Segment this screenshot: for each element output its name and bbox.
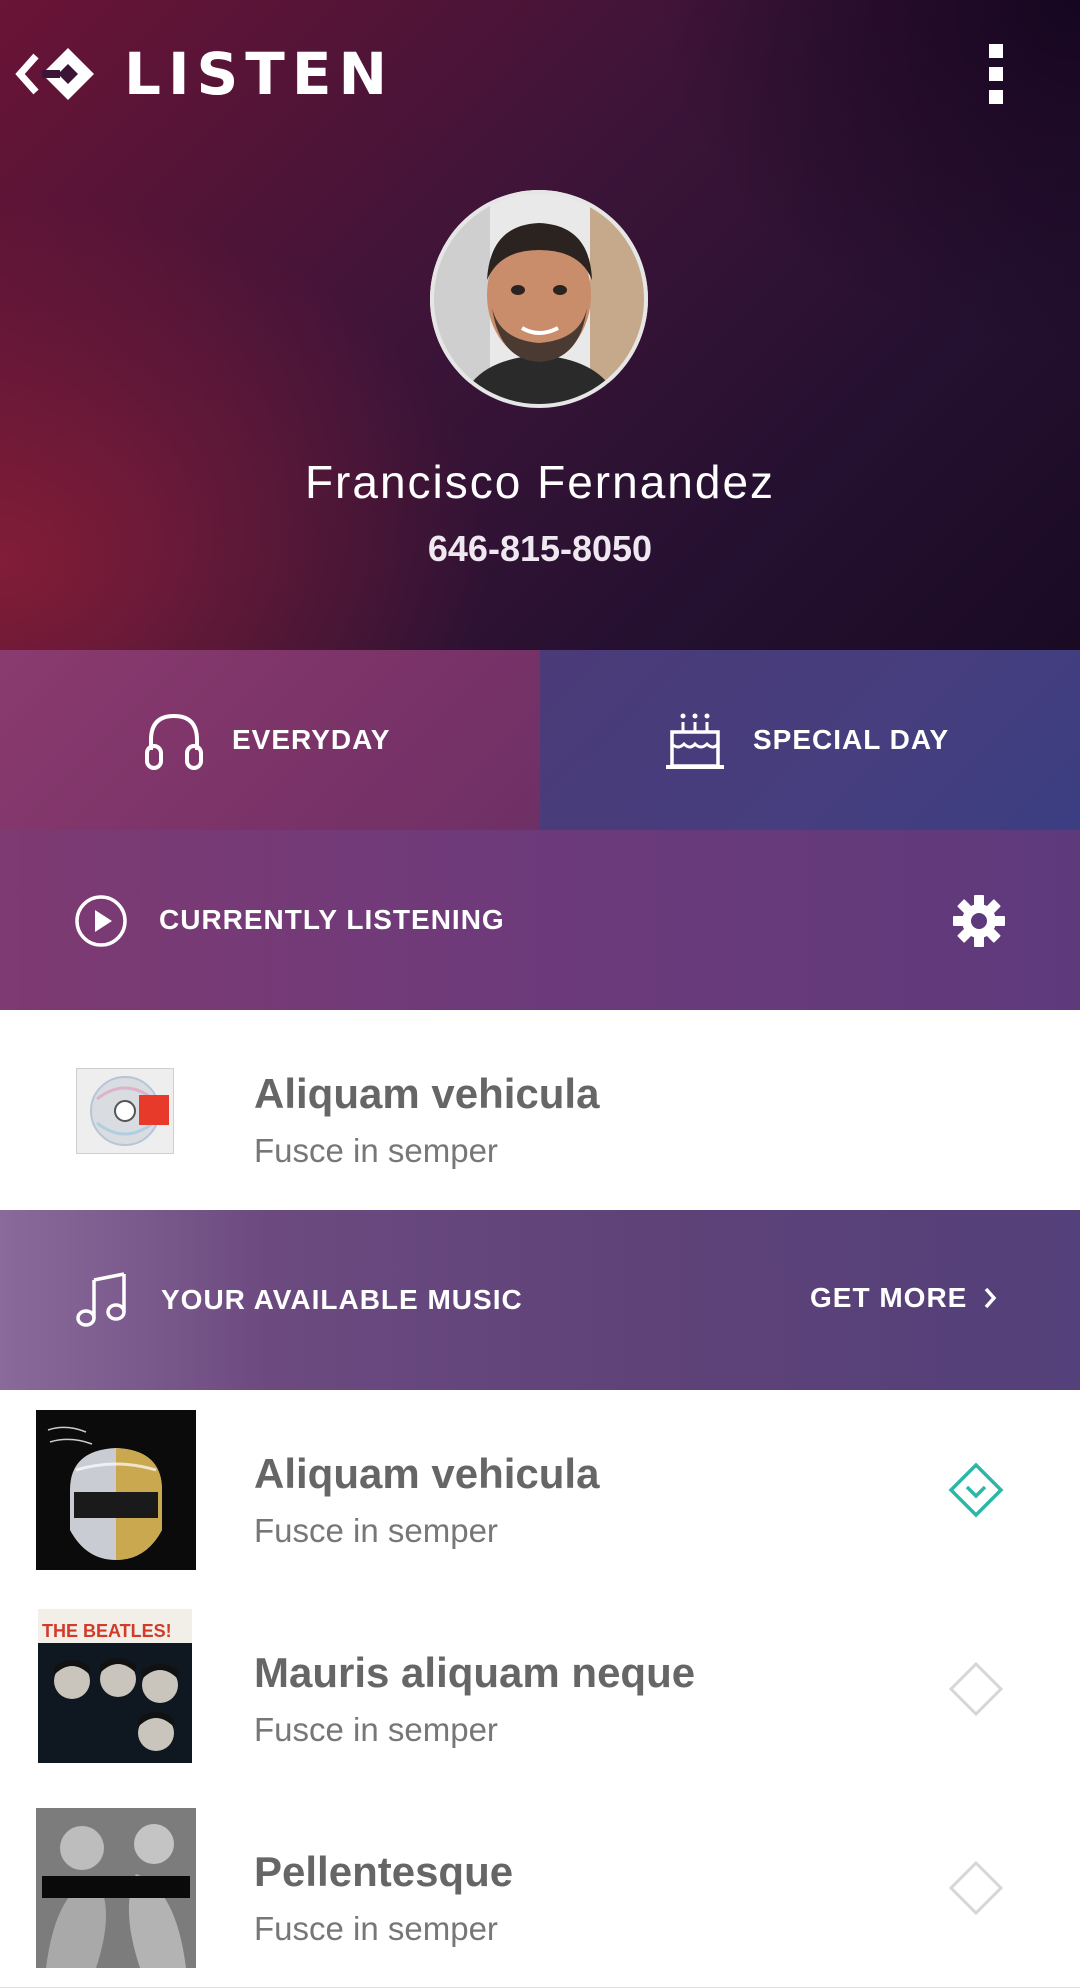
get-more-label: GET MORE — [810, 1282, 968, 1313]
album-art — [76, 1068, 174, 1154]
track-subtitle: Fusce in semper — [254, 1132, 498, 1169]
selected-diamond-check-icon[interactable] — [948, 1462, 1004, 1518]
svg-text:THE BEATLES!: THE BEATLES! — [42, 1621, 172, 1641]
listen-logo-icon — [15, 48, 94, 100]
get-more-link[interactable]: GET MORE — [810, 1282, 997, 1314]
album-art — [36, 1410, 196, 1570]
list-item[interactable]: Aliquam vehicula Fusce in semper — [0, 1390, 1080, 1590]
album-art — [36, 1808, 196, 1968]
tab-everyday[interactable]: EVERYDAY — [0, 650, 540, 830]
music-note-icon — [76, 1272, 126, 1327]
available-music-header: YOUR AVAILABLE MUSIC GET MORE — [0, 1210, 1080, 1390]
available-music-label: YOUR AVAILABLE MUSIC — [161, 1284, 523, 1315]
chevron-right-icon — [985, 1287, 997, 1309]
app-title: LISTEN — [124, 40, 395, 108]
profile-phone: 646-815-8050 — [427, 528, 653, 569]
more-options-icon[interactable] — [985, 44, 1007, 104]
track-title: Mauris aliquam neque — [254, 1649, 696, 1696]
currently-listening-header: CURRENTLY LISTENING — [0, 830, 1080, 1010]
currently-listening-label: CURRENTLY LISTENING — [159, 904, 505, 935]
track-title: Pellentesque — [254, 1848, 514, 1895]
play-circle-icon — [75, 895, 127, 947]
list-item[interactable]: THE BEATLES! Mauris aliquam neque Fusce … — [0, 1589, 1080, 1789]
unselected-diamond-icon[interactable] — [948, 1661, 1004, 1717]
headphones-icon — [145, 713, 203, 770]
app-logo[interactable]: LISTEN — [14, 40, 394, 108]
track-title: Aliquam vehicula — [254, 1450, 600, 1497]
current-track[interactable]: Aliquam vehicula Fusce in semper — [0, 1010, 1080, 1210]
profile-name: Francisco Fernandez — [304, 456, 776, 508]
track-title: Aliquam vehicula — [254, 1070, 600, 1117]
birthday-cake-icon — [666, 713, 724, 769]
album-art: THE BEATLES! — [38, 1609, 192, 1763]
avatar[interactable] — [430, 190, 648, 408]
tab-everyday-label: EVERYDAY — [232, 724, 391, 755]
track-subtitle: Fusce in semper — [254, 1910, 498, 1947]
gear-icon[interactable] — [952, 894, 1006, 948]
track-subtitle: Fusce in semper — [254, 1512, 498, 1549]
tab-special-day[interactable]: SPECIAL DAY — [540, 650, 1080, 830]
tab-special-day-label: SPECIAL DAY — [753, 724, 950, 755]
track-subtitle: Fusce in semper — [254, 1711, 498, 1748]
unselected-diamond-icon[interactable] — [948, 1860, 1004, 1916]
list-item[interactable]: Pellentesque Fusce in semper — [0, 1788, 1080, 1988]
profile-header: LISTEN Francisco Fernandez 646-815-8050 — [0, 0, 1080, 650]
